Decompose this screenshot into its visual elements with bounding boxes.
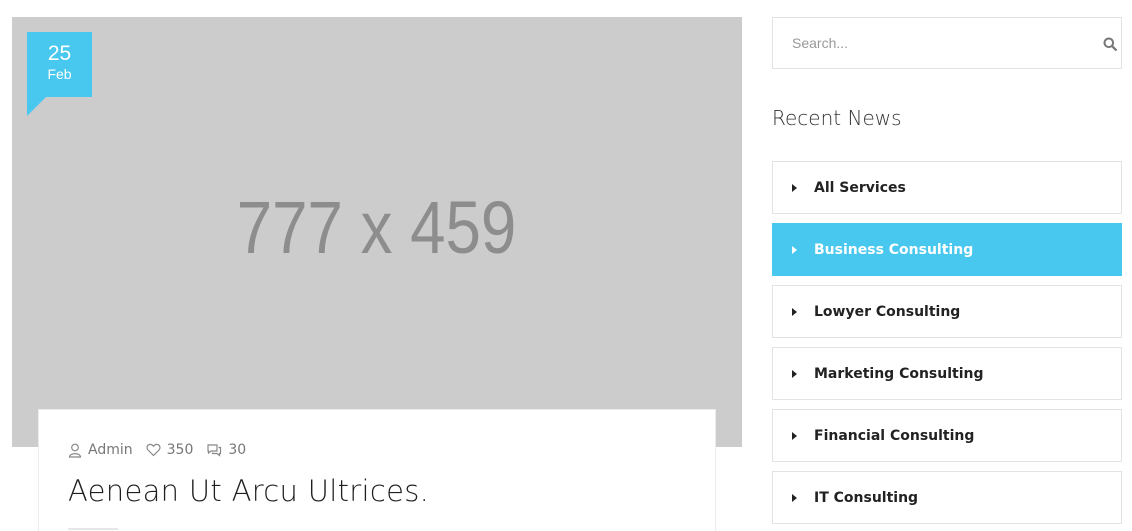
meta-author[interactable]: Admin [68, 442, 133, 458]
category-item-lowyer-consulting[interactable]: Lowyer Consulting [772, 285, 1122, 338]
date-badge-tail [27, 97, 46, 116]
category-label: Business Consulting [814, 241, 974, 258]
image-placeholder-text: 777 x 459 [237, 185, 517, 269]
comments-icon [207, 444, 222, 457]
caret-right-icon [792, 493, 797, 502]
date-badge: 25 Feb [27, 32, 92, 97]
category-label: Marketing Consulting [814, 365, 984, 382]
meta-comments[interactable]: 30 [206, 442, 246, 458]
category-item-all-services[interactable]: All Services [772, 161, 1122, 214]
caret-right-icon [792, 183, 797, 192]
category-item-it-consulting[interactable]: IT Consulting [772, 471, 1122, 524]
post-meta: Admin 350 30 [68, 442, 259, 458]
post-title[interactable]: Aenean Ut Arcu Ultrices. [68, 474, 429, 508]
recent-news-title: Recent News [772, 106, 902, 130]
likes-count: 350 [166, 442, 194, 458]
category-label: Lowyer Consulting [814, 303, 961, 320]
search-icon [1103, 37, 1117, 51]
category-item-marketing-consulting[interactable]: Marketing Consulting [772, 347, 1122, 400]
category-label: Financial Consulting [814, 427, 975, 444]
caret-right-icon [792, 307, 797, 316]
post-featured-image[interactable]: 777 x 459 [12, 17, 742, 447]
comments-count: 30 [228, 442, 247, 458]
category-list: All Services Business Consulting Lowyer … [772, 161, 1122, 531]
user-icon [68, 443, 82, 458]
search-input[interactable] [773, 18, 1093, 68]
search-button[interactable] [1099, 33, 1121, 55]
category-label: IT Consulting [814, 489, 919, 506]
caret-right-icon [792, 369, 797, 378]
meta-likes[interactable]: 350 [146, 442, 194, 458]
category-label: All Services [814, 179, 906, 196]
title-divider [68, 528, 118, 530]
date-day: 25 [47, 42, 72, 65]
author-name: Admin [88, 442, 133, 458]
category-item-business-consulting[interactable]: Business Consulting [772, 223, 1122, 276]
search-box [772, 17, 1122, 69]
caret-right-icon [792, 245, 797, 254]
category-item-financial-consulting[interactable]: Financial Consulting [772, 409, 1122, 462]
post-card: Admin 350 30 Aenean Ut Arcu Ultrices. [38, 409, 716, 531]
caret-right-icon [792, 431, 797, 440]
heart-icon [146, 443, 161, 457]
date-month: Feb [47, 66, 72, 82]
